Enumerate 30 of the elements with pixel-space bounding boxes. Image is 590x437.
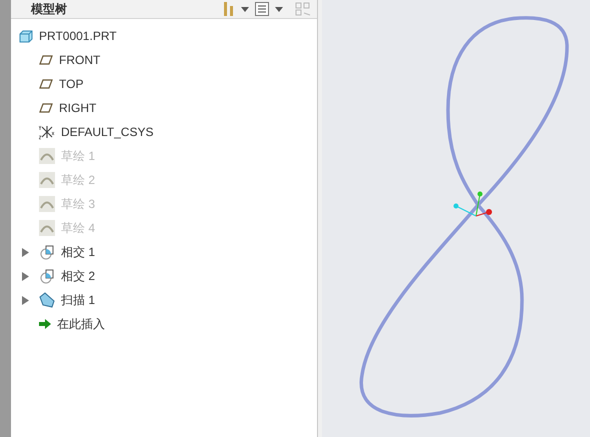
plane-icon (39, 55, 53, 65)
tree-item[interactable]: 相交 1 (61, 244, 96, 260)
expand-icon[interactable] (22, 248, 28, 256)
tree-item[interactable]: FRONT (59, 53, 100, 67)
cube-icon (19, 30, 33, 42)
tree-item[interactable]: RIGHT (59, 101, 96, 115)
caret-icon[interactable] (241, 6, 249, 12)
sweep-icon (39, 292, 55, 308)
expand-icon[interactable] (22, 296, 28, 304)
tree-item[interactable]: 扫描 1 (61, 292, 96, 308)
tree-item[interactable]: DEFAULT_CSYS (61, 125, 154, 139)
tree-item[interactable]: TOP (59, 77, 84, 91)
plane-icon (39, 79, 53, 89)
list-icon[interactable] (255, 2, 269, 16)
tree-item[interactable]: 在此插入 (57, 316, 105, 332)
sketch-icon (39, 172, 55, 188)
arrow-icon (39, 319, 51, 329)
sketch-icon (39, 220, 55, 236)
caret-icon[interactable] (275, 6, 283, 12)
coordinate-system-icon (39, 124, 55, 140)
sketch-icon (39, 148, 55, 164)
coordinate-axes-drawing (454, 192, 492, 216)
intersect-icon (39, 268, 55, 284)
tree-item[interactable]: PRT0001.PRT (39, 29, 117, 43)
sketch-icon (39, 196, 55, 212)
intersect-icon (39, 244, 55, 260)
panel-title: 模型树 (31, 0, 68, 18)
expand-icon[interactable] (22, 272, 28, 280)
plane-icon (39, 103, 53, 113)
tree-item[interactable]: 相交 2 (61, 268, 96, 284)
